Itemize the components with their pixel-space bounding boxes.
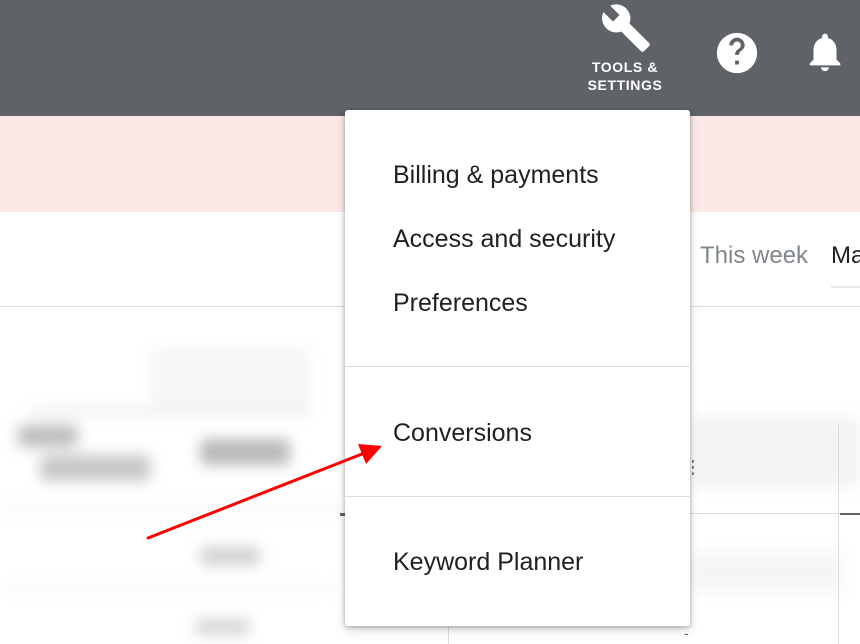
menu-divider [345, 366, 690, 367]
date-option-ma[interactable]: Ma [831, 242, 860, 270]
wrench-icon [602, 4, 650, 52]
page: TOOLS & SETTINGS This week Ma ⋮ - Billin… [0, 0, 860, 644]
date-option-underline [831, 286, 860, 288]
top-navigation-bar: TOOLS & SETTINGS [0, 0, 860, 116]
column-header-line-right [690, 513, 840, 514]
menu-item-preferences[interactable]: Preferences [393, 288, 528, 318]
header-underline-right [840, 513, 860, 515]
tools-label-line1: TOOLS & [591, 59, 659, 75]
bell-icon[interactable] [802, 28, 848, 76]
tools-and-settings-button[interactable]: TOOLS & SETTINGS [574, 0, 676, 104]
date-option-this-week[interactable]: This week [700, 242, 808, 270]
menu-item-conversions[interactable]: Conversions [393, 418, 532, 448]
right-edge-border [838, 423, 839, 644]
menu-item-keyword-planner[interactable]: Keyword Planner [393, 547, 583, 577]
tools-and-settings-menu: Billing & payments Access and security P… [345, 110, 690, 626]
help-circle-icon[interactable] [714, 30, 760, 76]
tools-label-line2: SETTINGS [587, 77, 663, 93]
menu-divider [345, 496, 690, 497]
empty-value-dash: - [684, 625, 689, 641]
menu-item-access-and-security[interactable]: Access and security [393, 224, 615, 254]
menu-item-billing-and-payments[interactable]: Billing & payments [393, 160, 599, 190]
tools-and-settings-label: TOOLS & SETTINGS [574, 58, 676, 94]
